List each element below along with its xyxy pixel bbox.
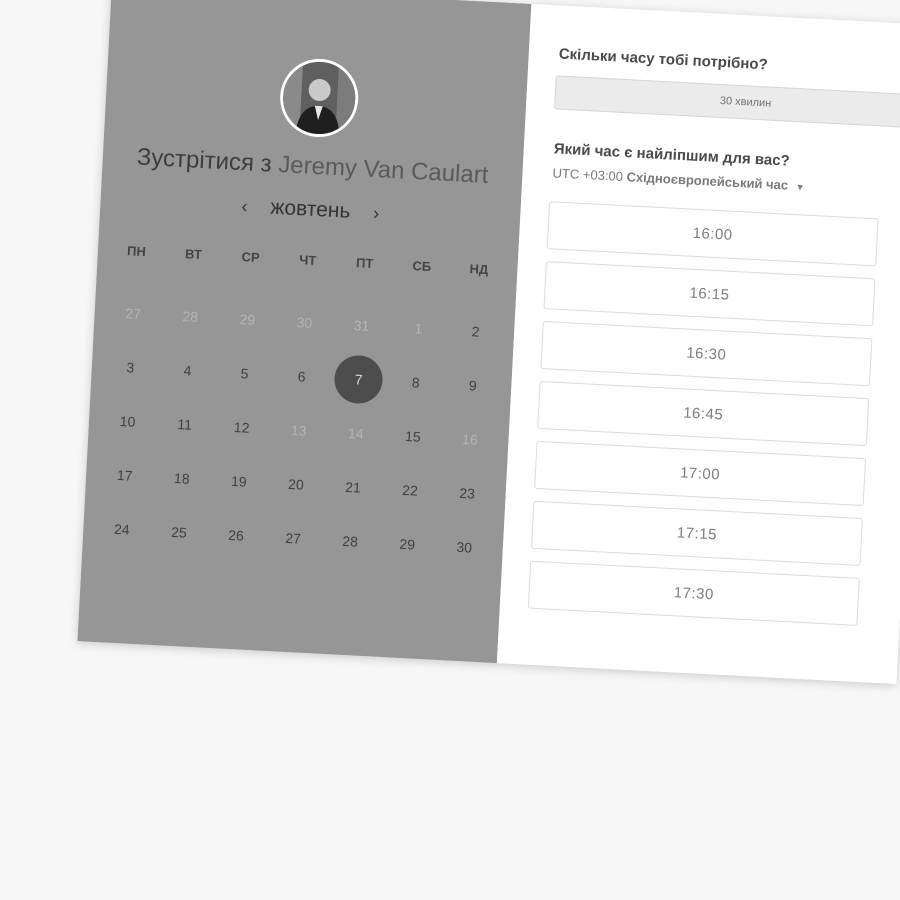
calendar-day: 14 — [347, 424, 365, 442]
calendar-day[interactable]: 21 — [323, 459, 383, 516]
time-slot[interactable]: 16:00 — [546, 201, 879, 267]
calendar-day[interactable]: 15 — [383, 408, 443, 465]
calendar-day[interactable]: 26 — [206, 507, 266, 564]
calendar-day: 16 — [461, 430, 479, 448]
calendar-day[interactable]: 27 — [263, 510, 323, 567]
booking-panel: Скільки часу тобі потрібно? 30 хвилин Як… — [496, 3, 900, 685]
time-slot[interactable]: 17:15 — [530, 500, 863, 566]
calendar-day: 31 — [353, 317, 370, 334]
calendar-day[interactable]: 19 — [209, 453, 269, 510]
calendar-day[interactable]: 10 — [98, 393, 158, 450]
calendar-days: 27 28 29 30 31 1 2 3 4 5 6 7 8 9 10 11 1… — [92, 285, 506, 576]
booking-card: Зустрітися з Jeremy Van Caulart ‹ жовтен… — [77, 0, 900, 685]
calendar-day[interactable]: 6 — [272, 348, 332, 405]
calendar-day[interactable]: 3 — [100, 339, 160, 396]
calendar-panel: Зустрітися з Jeremy Van Caulart ‹ жовтен… — [77, 0, 532, 664]
weekday-label: НД — [469, 261, 489, 278]
calendar-day: 27 — [125, 305, 142, 322]
calendar-day[interactable]: 28 — [320, 513, 380, 570]
duration-question: Скільки часу тобі потрібно? — [558, 45, 769, 74]
page: Зустрітися з Jeremy Van Caulart ‹ жовтен… — [0, 0, 900, 900]
calendar-day[interactable]: 5 — [215, 345, 275, 402]
calendar-day[interactable]: 17 — [95, 447, 155, 504]
weekday-label: ПН — [126, 243, 147, 260]
weekday-label: ПТ — [355, 255, 374, 272]
calendar-day: 30 — [296, 314, 313, 331]
weekday-label: ЧТ — [298, 252, 317, 269]
calendar-day: 13 — [290, 421, 307, 439]
calendar-day[interactable]: 22 — [380, 462, 440, 519]
calendar-day: 1 — [414, 320, 423, 337]
time-question: Який час є найліпшим для вас? — [553, 140, 791, 170]
calendar-day[interactable]: 12 — [212, 399, 272, 456]
calendar-day[interactable]: 18 — [152, 450, 212, 507]
duration-select[interactable]: 30 хвилин — [553, 75, 900, 130]
month-navigation: ‹ жовтень › — [100, 187, 521, 233]
calendar-day[interactable]: 29 — [377, 516, 437, 573]
host-name: Jeremy Van Caulart — [277, 150, 490, 189]
time-slot-list: 16:00 16:15 16:30 16:45 17:00 17:15 17:3… — [527, 201, 879, 638]
calendar-day: 28 — [182, 308, 199, 325]
time-slot[interactable]: 17:30 — [527, 560, 860, 626]
month-label: жовтень — [269, 195, 351, 223]
meet-title: Зустрітися з Jeremy Van Caulart — [102, 142, 523, 192]
avatar-photo — [281, 60, 358, 136]
calendar-day[interactable]: 2 — [446, 303, 506, 360]
timezone-selector[interactable]: UTC +03:00 Східноєвропейський час ▼ — [552, 165, 805, 193]
weekday-header: ПН ВТ СР ЧТ ПТ СБ НД — [108, 242, 508, 278]
calendar-day[interactable]: 24 — [92, 501, 152, 558]
calendar-day[interactable]: 11 — [155, 396, 215, 453]
selected-day-label: 7 — [333, 354, 384, 405]
timezone-name: Східноєвропейський час — [626, 169, 789, 193]
calendar-day[interactable]: 8 — [386, 354, 446, 411]
meet-prefix: Зустрітися з — [136, 143, 273, 178]
calendar-day[interactable]: 25 — [149, 504, 209, 561]
calendar-day-selected[interactable]: 7 — [329, 351, 389, 408]
time-slot[interactable]: 17:00 — [534, 440, 867, 507]
next-month-button[interactable]: › — [362, 202, 391, 224]
time-slot[interactable]: 16:15 — [543, 261, 876, 327]
prev-month-button[interactable]: ‹ — [230, 196, 259, 218]
calendar-day: 29 — [239, 311, 256, 328]
chevron-down-icon: ▼ — [795, 182, 805, 193]
calendar-day[interactable]: 9 — [443, 357, 503, 414]
timezone-offset: UTC +03:00 — [552, 165, 624, 184]
time-slot[interactable]: 16:30 — [540, 321, 873, 387]
avatar — [278, 57, 361, 139]
weekday-label: СБ — [412, 258, 432, 275]
time-slot[interactable]: 16:45 — [537, 380, 870, 447]
calendar-day[interactable]: 4 — [158, 342, 218, 399]
calendar-day[interactable]: 30 — [434, 519, 494, 576]
weekday-label: ВТ — [184, 246, 203, 263]
weekday-label: СР — [241, 249, 261, 266]
calendar-day[interactable]: 20 — [266, 456, 326, 513]
calendar-day[interactable]: 23 — [437, 465, 497, 522]
